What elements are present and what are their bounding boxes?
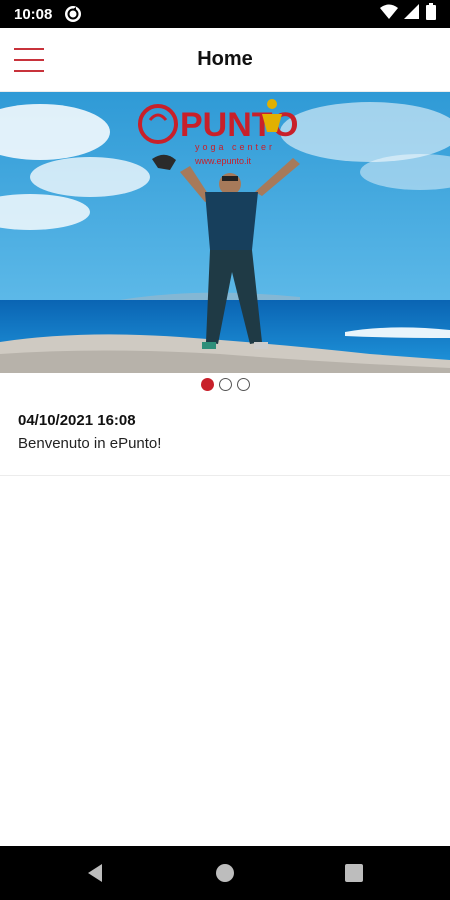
carousel-dot-1[interactable] xyxy=(200,378,214,391)
home-icon[interactable] xyxy=(215,863,235,888)
news-text: Benvenuto in ePunto! xyxy=(18,435,162,452)
carousel-dot-3[interactable] xyxy=(236,378,250,391)
back-icon[interactable] xyxy=(86,863,104,888)
signal-icon xyxy=(404,3,420,25)
recents-icon[interactable] xyxy=(345,864,363,887)
banner-website: www.epunto.it xyxy=(194,156,252,166)
status-bar: 10:08 xyxy=(0,0,450,28)
carousel-dot-2[interactable] xyxy=(218,378,232,391)
sync-icon xyxy=(64,5,82,23)
banner-logo: PUNTO xyxy=(180,106,298,144)
banner-logo-subtitle: yoga center xyxy=(195,142,275,152)
status-icons xyxy=(380,3,436,25)
news-item[interactable]: 04/10/2021 16:08 Benvenuto in ePunto! xyxy=(0,398,450,476)
status-time: 10:08 xyxy=(14,5,53,23)
banner-carousel[interactable]: PUNTO yoga center www.epunto.it xyxy=(0,92,450,373)
battery-icon xyxy=(426,3,436,25)
banner-image: PUNTO yoga center www.epunto.it xyxy=(0,92,450,373)
wifi-icon xyxy=(380,4,398,25)
page-title: Home xyxy=(197,48,253,70)
system-nav-bar xyxy=(0,846,450,900)
app-bar: Home xyxy=(0,28,450,92)
carousel-indicators xyxy=(0,378,450,391)
news-date: 04/10/2021 16:08 xyxy=(18,412,136,429)
